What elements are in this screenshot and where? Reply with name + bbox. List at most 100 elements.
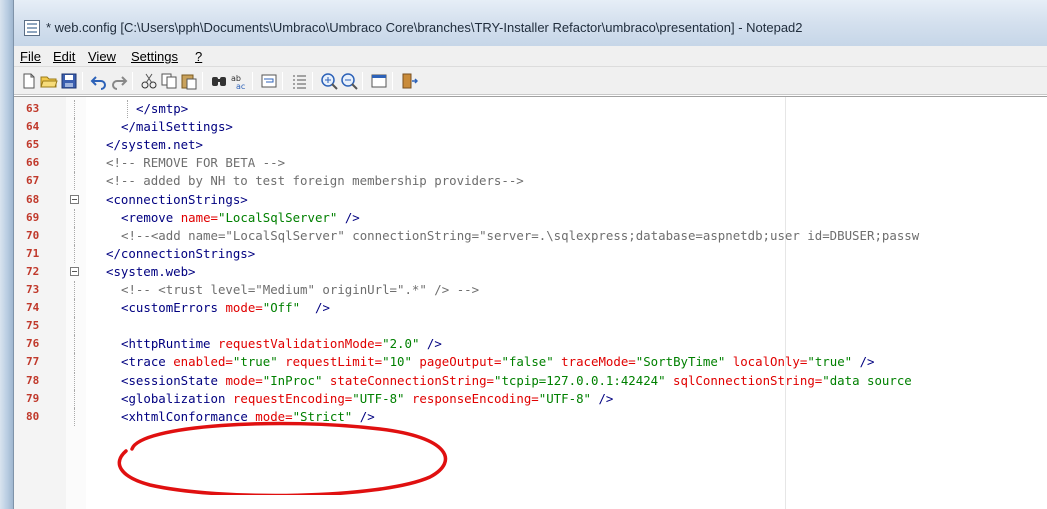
code-text: <system.web> — [106, 264, 196, 279]
code-token-attr: enabled= — [173, 354, 233, 370]
code-token-tag: </mailSettings> — [121, 119, 233, 135]
code-line[interactable]: 64 </mailSettings> — [14, 118, 1047, 137]
line-number: 64 — [26, 120, 40, 134]
code-token-tag: /> — [590, 390, 614, 406]
code-token-val: "tcpip=127.0.0.1:42424" — [494, 372, 666, 388]
code-token-tag: </system.net> — [106, 137, 203, 153]
fold-line — [74, 353, 75, 372]
code-token-val: "2.0" — [382, 336, 420, 352]
menu-bar: File Edit View Settings ? — [14, 46, 1047, 67]
line-number: 65 — [26, 138, 40, 152]
code-token-attr: localOnly= — [725, 354, 808, 370]
fold-line — [74, 118, 75, 137]
code-token-attr: mode= — [255, 408, 293, 424]
fold-line — [74, 299, 75, 318]
code-token-tag: /> — [337, 209, 360, 225]
editor-pane[interactable]: 63 </smtp> 64 </mailSettings> 65 </system.net… — [14, 96, 1047, 509]
fold-line — [74, 226, 75, 245]
code-line[interactable]: 65 </system.net> — [14, 136, 1047, 155]
code-token-val: "true" — [807, 354, 853, 370]
code-text: </system.net> — [106, 137, 203, 152]
zoom-out-icon[interactable] — [340, 72, 358, 90]
title-bar[interactable]: * web.config [C:\Users\pph\Documents\Umb… — [14, 0, 1047, 46]
code-line[interactable]: 76 <httpRuntime requestValidationMode="2.… — [14, 335, 1047, 354]
code-line[interactable]: 69 <remove name="LocalSqlServer" /> — [14, 208, 1047, 227]
find-icon[interactable] — [210, 72, 228, 90]
menu-help[interactable]: ? — [195, 49, 202, 64]
code-token-attr: requestValidationMode= — [217, 336, 383, 352]
code-text: <sessionState mode="InProc" stateConnect… — [121, 373, 912, 388]
cut-icon[interactable] — [140, 72, 158, 90]
fold-toggle-icon[interactable] — [70, 266, 79, 276]
exit-icon[interactable] — [400, 72, 418, 90]
replace-icon[interactable]: abac — [230, 72, 248, 90]
save-icon[interactable] — [60, 72, 78, 90]
code-line[interactable]: 77 <trace enabled="true" requestLimit="10… — [14, 353, 1047, 372]
code-text: <connectionStrings> — [106, 192, 248, 207]
code-token-cmt: <!-- <trust level="Medium" originUrl=".*… — [121, 282, 480, 297]
menu-view[interactable]: View — [88, 49, 116, 64]
code-token-tag: </connectionStrings> — [106, 245, 256, 261]
code-line[interactable]: 68 <connectionStrings> — [14, 191, 1047, 209]
wordwrap-icon[interactable] — [260, 72, 278, 90]
code-text: <!-- <trust level="Medium" originUrl=".*… — [121, 282, 479, 297]
new-icon[interactable] — [20, 72, 38, 90]
toolbar: ab ac — [14, 67, 1047, 95]
menu-help-label: ? — [195, 49, 203, 64]
line-number: 77 — [26, 355, 40, 369]
fold-line — [74, 154, 75, 173]
fold-line — [74, 281, 75, 299]
code-line[interactable]: 70 <!--<add name="LocalSqlServer" connect… — [14, 226, 1047, 245]
code-line[interactable]: 71 </connectionStrings> — [14, 244, 1047, 263]
redo-icon[interactable] — [110, 72, 128, 90]
copy-icon[interactable] — [160, 72, 178, 90]
code-token-tag: /> — [300, 300, 330, 316]
undo-icon[interactable] — [90, 72, 108, 90]
code-token-attr: responseEncoding= — [404, 390, 539, 406]
line-number: 76 — [26, 337, 40, 351]
code-line[interactable]: 75 — [14, 317, 1047, 336]
code-token-val: "UTF-8" — [352, 390, 405, 406]
zoom-in-icon[interactable] — [320, 72, 338, 90]
menu-edit[interactable]: Edit — [53, 49, 75, 64]
code-token-tag: /> — [419, 336, 442, 352]
code-token-attr: name= — [180, 209, 218, 225]
fold-line — [74, 407, 75, 426]
code-text: <!-- added by NH to test foreign members… — [106, 173, 524, 188]
notepad-app-icon[interactable] — [24, 20, 40, 36]
line-number: 75 — [26, 319, 40, 333]
code-token-tag: <globalization — [121, 390, 233, 406]
scheme-icon[interactable] — [370, 72, 388, 90]
open-icon[interactable] — [40, 72, 58, 90]
fold-toggle-icon[interactable] — [70, 194, 79, 204]
line-number: 71 — [26, 246, 40, 260]
code-line[interactable]: 78 <sessionState mode="InProc" stateConne… — [14, 371, 1047, 390]
toolbar-separator — [202, 72, 203, 90]
code-line[interactable]: 67 <!-- added by NH to test foreign membe… — [14, 172, 1047, 191]
code-token-attr: mode= — [225, 300, 263, 316]
code-line[interactable]: 80 <xhtmlConformance mode="Strict" /> — [14, 407, 1047, 426]
fold-line — [74, 172, 75, 191]
code-line[interactable]: 73 <!-- <trust level="Medium" originUrl="… — [14, 281, 1047, 299]
paste-icon[interactable] — [180, 72, 198, 90]
code-line[interactable]: 72 <system.web> — [14, 263, 1047, 281]
code-token-attr: requestLimit= — [277, 354, 383, 370]
code-token-tag: <httpRuntime — [121, 336, 218, 352]
line-number: 68 — [26, 192, 40, 206]
menu-file[interactable]: File — [20, 49, 41, 64]
code-text: <globalization requestEncoding="UTF-8" r… — [121, 391, 613, 406]
line-number: 70 — [26, 228, 40, 242]
code-line[interactable]: 74 <customErrors mode="Off" /> — [14, 299, 1047, 318]
line-number: 74 — [26, 301, 40, 315]
code-line[interactable]: 66 <!-- REMOVE FOR BETA --> — [14, 154, 1047, 173]
code-token-val: "SortByTime" — [635, 354, 726, 370]
toolbar-separator — [132, 72, 133, 90]
code-token-attr: mode= — [225, 372, 263, 388]
code-line[interactable]: 63 </smtp> — [14, 100, 1047, 118]
menu-settings[interactable]: Settings — [131, 49, 178, 64]
line-numbers-icon[interactable] — [290, 72, 308, 90]
code-token-cmt: <!--<add name="LocalSqlServer" connectio… — [121, 227, 920, 243]
code-token-tag: /> — [852, 354, 875, 370]
toolbar-separator — [312, 72, 313, 90]
code-line[interactable]: 79 <globalization requestEncoding="UTF-8"… — [14, 389, 1047, 408]
